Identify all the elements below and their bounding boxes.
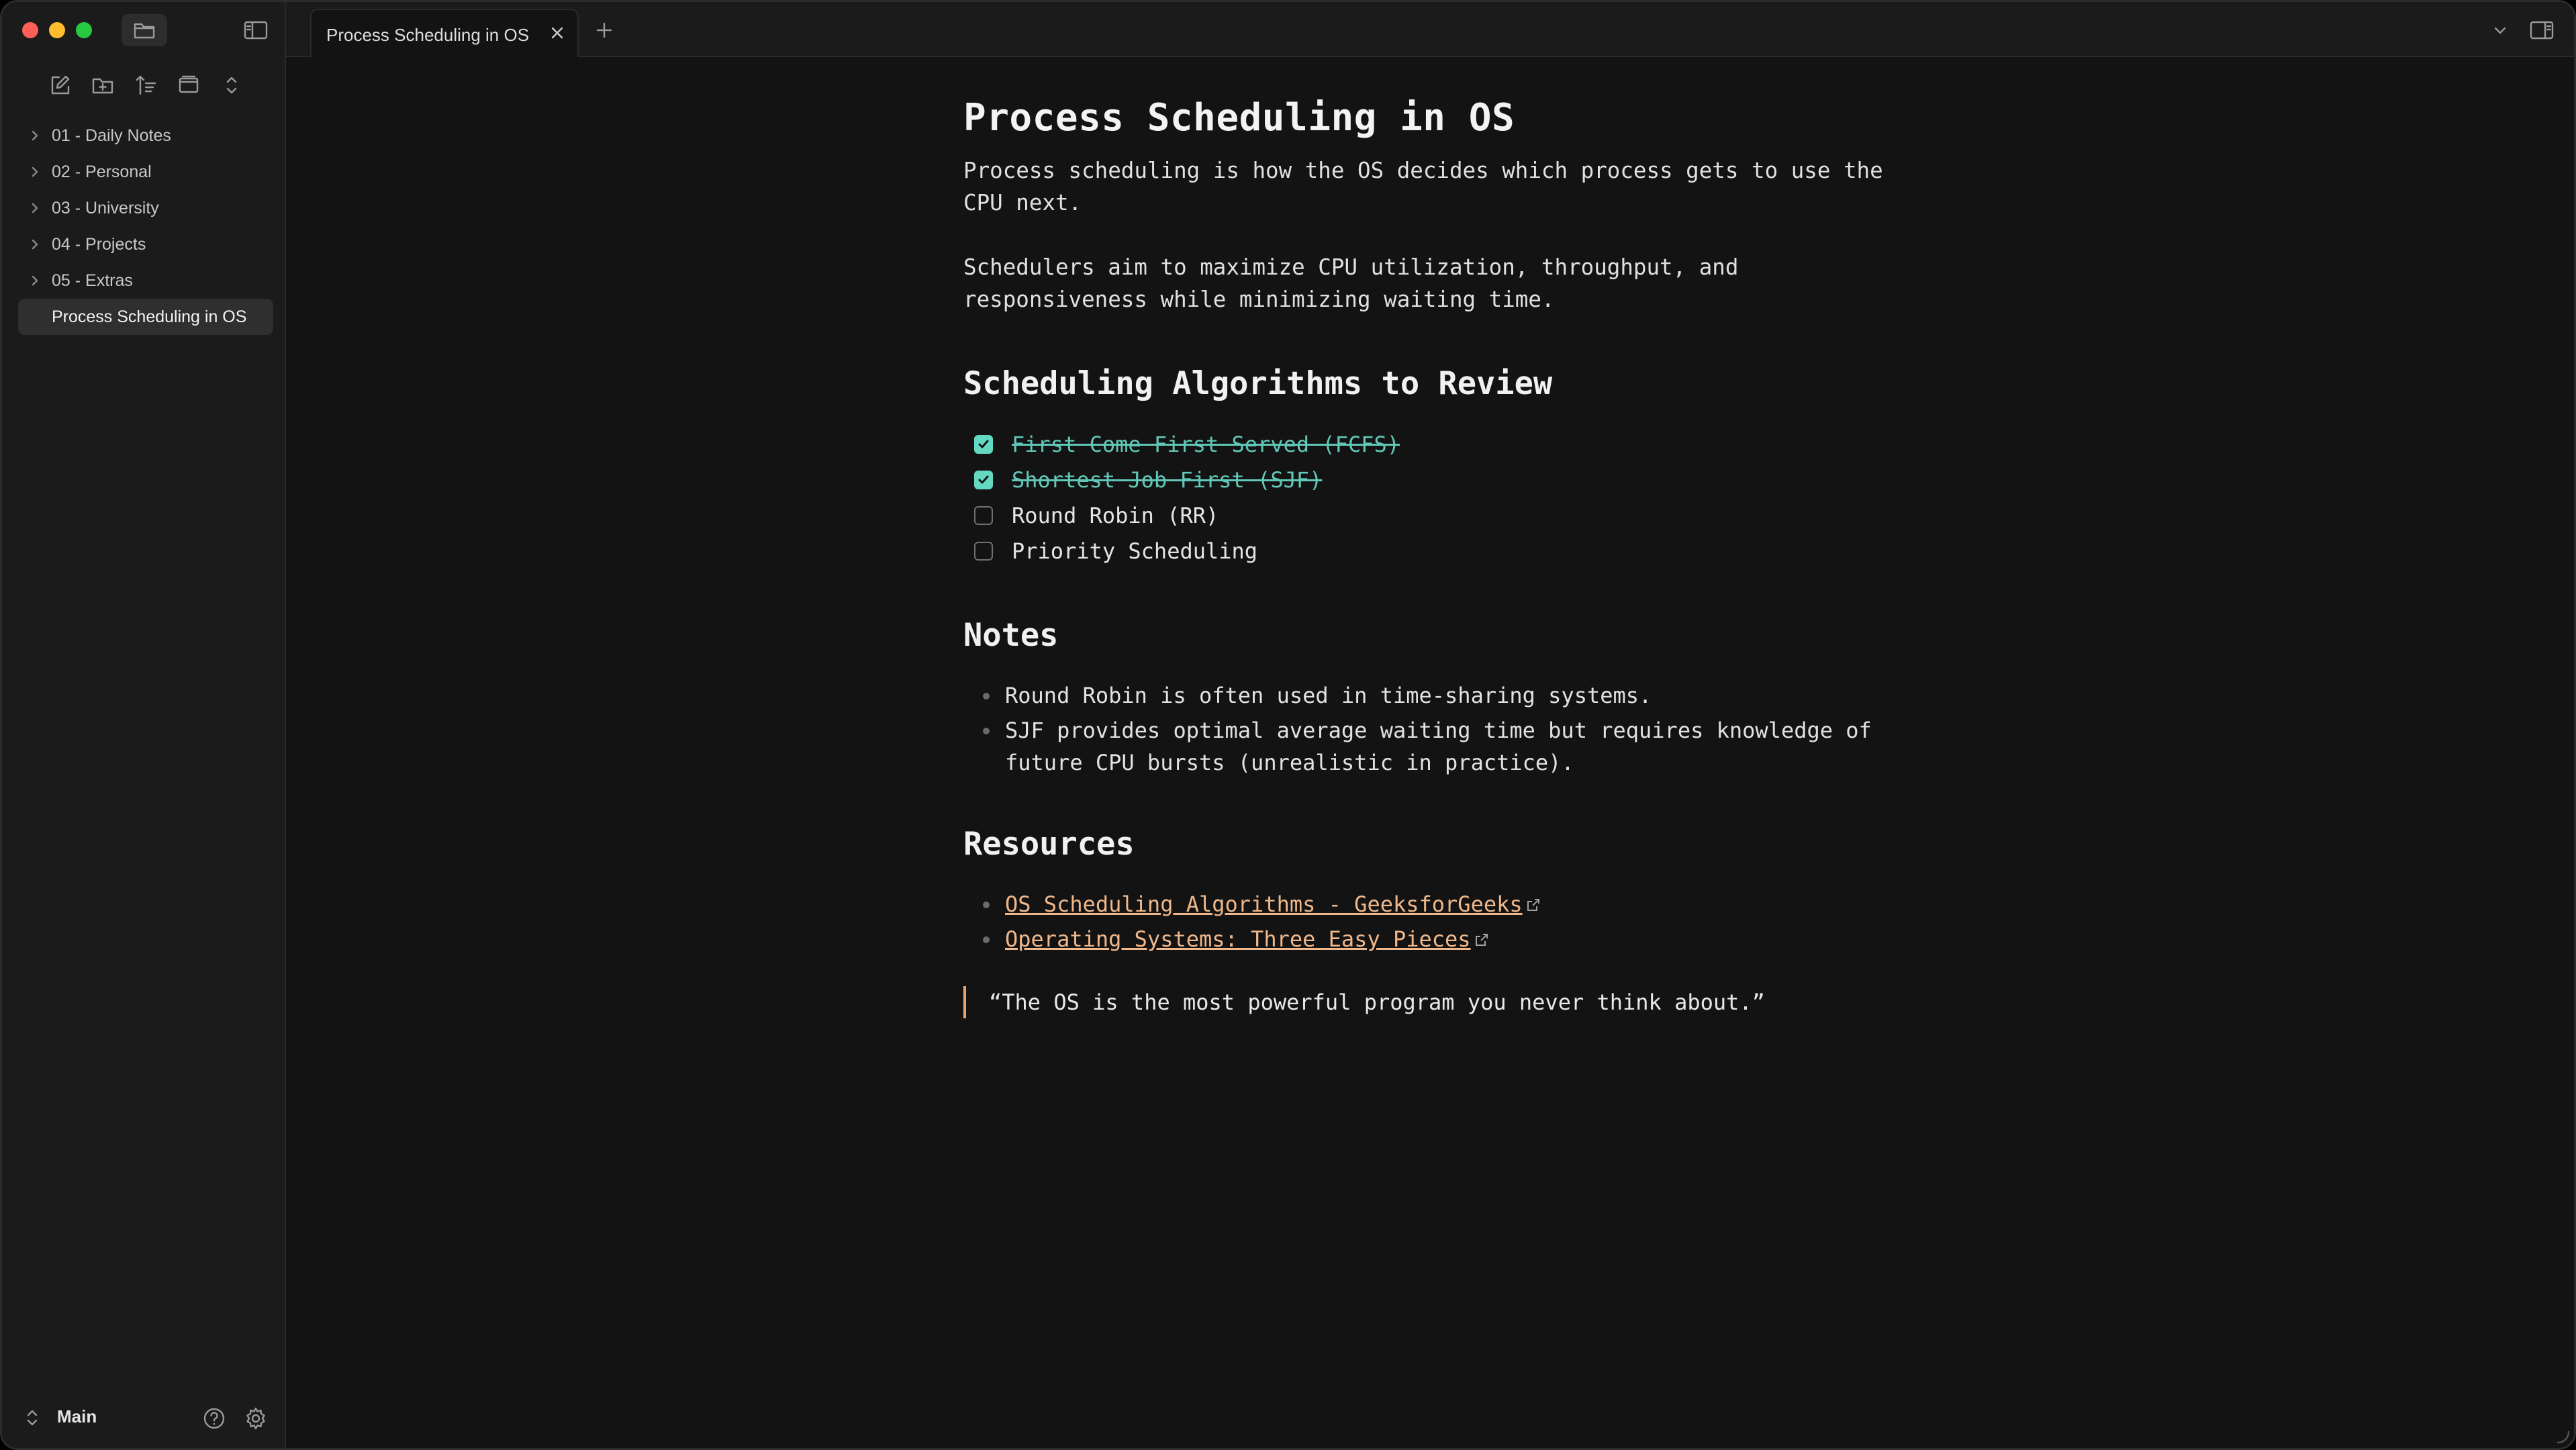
sidebar-left-icon — [244, 21, 268, 40]
vault-name: Main — [57, 1406, 97, 1427]
check-icon — [978, 440, 989, 448]
task-checkbox[interactable] — [974, 541, 993, 561]
folder-label: 02 - Personal — [52, 162, 152, 181]
folder-label: 04 - Projects — [52, 234, 146, 254]
task-item: Round Robin (RR) — [963, 497, 1903, 533]
paragraph: Process scheduling is how the OS decides… — [963, 158, 1883, 215]
bullet-icon — [983, 902, 990, 908]
close-icon — [551, 27, 563, 39]
sidebar-right-icon — [2530, 21, 2554, 40]
task-item: Shortest Job First (SJF) — [963, 462, 1903, 497]
task-text: Round Robin (RR) — [1012, 502, 1219, 528]
chevron-right-icon — [32, 203, 38, 213]
bullet-icon — [983, 728, 990, 734]
task-checkbox[interactable] — [974, 434, 993, 454]
task-checkbox[interactable] — [974, 470, 993, 489]
list-item-text: SJF provides optimal average waiting tim… — [1005, 718, 1872, 775]
new-tab-button[interactable] — [589, 15, 619, 45]
folder-label: 01 - Daily Notes — [52, 126, 171, 145]
blockquote: “The OS is the most powerful program you… — [963, 986, 1903, 1018]
toggle-sidebar-button[interactable] — [237, 14, 275, 46]
reveal-icon — [179, 75, 199, 93]
file-tree: 01 - Daily Notes 02 - Personal 03 - Univ… — [18, 117, 273, 335]
paragraph: Schedulers aim to maximize CPU utilizati… — [963, 254, 1739, 312]
help-icon — [203, 1408, 225, 1429]
chevron-right-icon — [32, 239, 38, 250]
folder-daily-notes[interactable]: 01 - Daily Notes — [18, 117, 273, 154]
list-item: OS Scheduling Algorithms - GeeksforGeeks — [963, 888, 1903, 920]
folder-personal[interactable]: 02 - Personal — [18, 154, 273, 190]
section-heading: Resources — [963, 826, 1135, 863]
new-note-button[interactable] — [42, 68, 77, 103]
bullet-icon — [983, 693, 990, 699]
toggle-right-sidebar-button[interactable] — [2526, 15, 2558, 45]
folder-plus-icon — [92, 78, 113, 94]
list-item: Round Robin is often used in time-sharin… — [963, 679, 1903, 712]
check-icon — [978, 475, 989, 483]
tab-process-scheduling[interactable]: Process Scheduling in OS — [310, 9, 579, 57]
window-controls — [22, 22, 92, 38]
resize-handle[interactable] — [2551, 1425, 2571, 1445]
folder-label: 05 - Extras — [52, 271, 133, 290]
settings-button[interactable] — [241, 1404, 271, 1433]
task-item: First Come First Served (FCFS) — [963, 426, 1903, 462]
resize-icon — [2557, 1431, 2570, 1444]
collapse-all-button[interactable] — [214, 68, 249, 103]
section-heading: Notes — [963, 617, 1059, 654]
folder-projects[interactable]: 04 - Projects — [18, 226, 273, 262]
close-window-button[interactable] — [22, 22, 38, 38]
list-item: Operating Systems: Three Easy Pieces — [963, 923, 1903, 955]
note-title[interactable]: Process Scheduling in OS — [963, 96, 1903, 140]
app-window: 01 - Daily Notes 02 - Personal 03 - Univ… — [0, 0, 2576, 1450]
notes-list: Round Robin is often used in time-sharin… — [963, 679, 1903, 779]
close-tab-button[interactable] — [546, 22, 568, 44]
folder-label: 03 - University — [52, 198, 159, 218]
gear-icon — [246, 1407, 265, 1430]
chevrons-up-down-icon — [226, 77, 237, 94]
tab-title: Process Scheduling in OS — [326, 25, 530, 45]
folder-university[interactable]: 03 - University — [18, 190, 273, 226]
note-editor[interactable]: Process Scheduling in OS Process schedul… — [963, 96, 1903, 1018]
task-text: First Come First Served (FCFS) — [1012, 431, 1400, 457]
task-list: First Come First Served (FCFS) Shortest … — [963, 426, 1903, 569]
task-checkbox[interactable] — [974, 505, 993, 525]
edit-icon — [51, 75, 70, 95]
list-item-text: Round Robin is often used in time-sharin… — [1005, 683, 1652, 708]
list-item: SJF provides optimal average waiting tim… — [963, 714, 1903, 779]
task-text: Shortest Job First (SJF) — [1012, 467, 1323, 493]
external-link-ostep[interactable]: Operating Systems: Three Easy Pieces — [1005, 926, 1471, 952]
chevron-right-icon — [32, 130, 38, 141]
sort-icon — [136, 75, 156, 95]
new-folder-button[interactable] — [85, 68, 120, 103]
task-item: Priority Scheduling — [963, 533, 1903, 569]
tab-bar: Process Scheduling in OS — [286, 2, 2574, 57]
file-label: Process Scheduling in OS — [52, 307, 247, 326]
zoom-window-button[interactable] — [76, 22, 92, 38]
vault-switcher[interactable]: Main — [2, 1388, 285, 1448]
task-text: Priority Scheduling — [1012, 538, 1258, 564]
help-button[interactable] — [199, 1404, 229, 1433]
external-link-icon — [1527, 899, 1539, 911]
external-link-geeksforgeeks[interactable]: OS Scheduling Algorithms - GeeksforGeeks — [1005, 891, 1523, 917]
chevrons-up-down-icon — [22, 1408, 42, 1428]
bullet-icon — [983, 936, 990, 943]
folder-icon — [134, 23, 155, 39]
plus-icon — [596, 22, 612, 38]
auto-reveal-button[interactable] — [171, 68, 206, 103]
sort-button[interactable] — [128, 68, 163, 103]
sidebar: 01 - Daily Notes 02 - Personal 03 - Univ… — [2, 2, 286, 1448]
section-heading: Scheduling Algorithms to Review — [963, 365, 1553, 402]
chevron-down-icon — [2494, 27, 2506, 34]
resources-list: OS Scheduling Algorithms - GeeksforGeeks… — [963, 888, 1903, 955]
external-link-icon — [1475, 934, 1488, 946]
chevron-right-icon — [32, 275, 38, 286]
file-process-scheduling[interactable]: Process Scheduling in OS — [18, 299, 273, 335]
file-explorer-button[interactable] — [122, 14, 167, 46]
tab-list-button[interactable] — [2487, 17, 2514, 44]
folder-extras[interactable]: 05 - Extras — [18, 262, 273, 299]
minimize-window-button[interactable] — [49, 22, 65, 38]
chevron-right-icon — [32, 166, 38, 177]
